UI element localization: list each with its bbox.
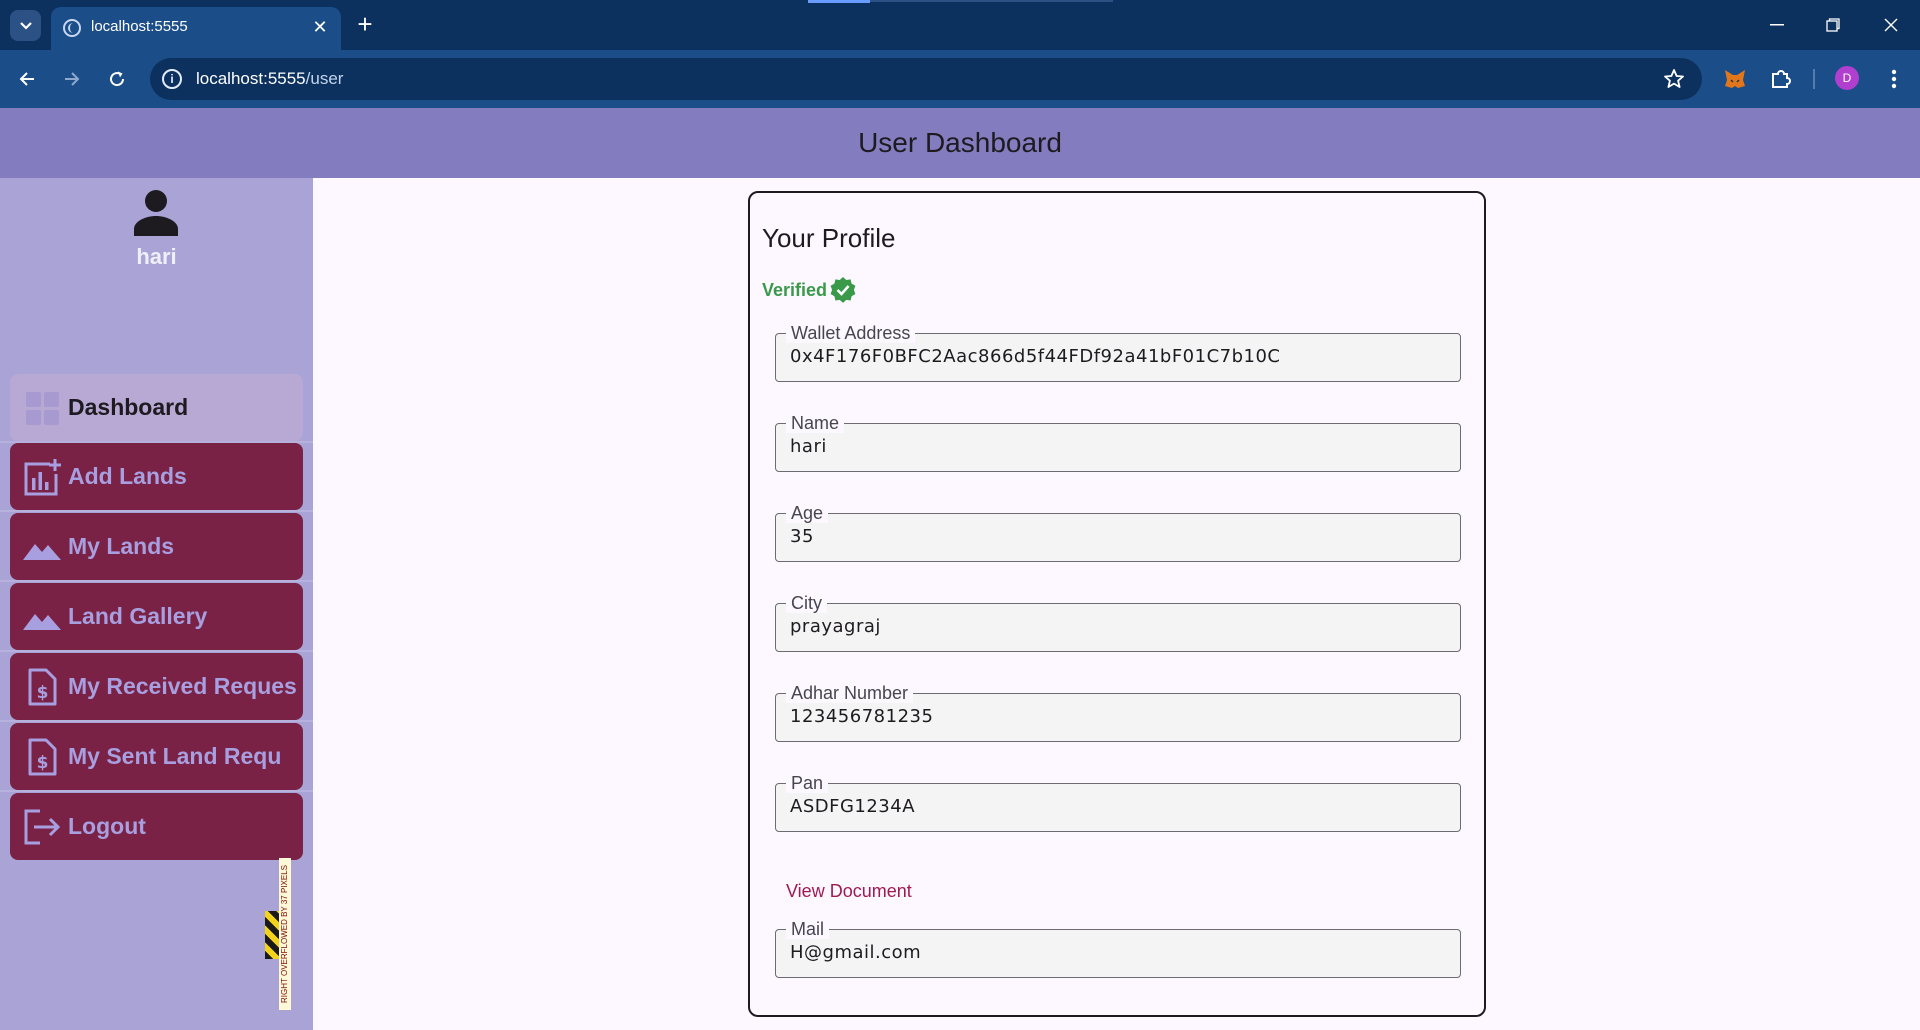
sidebar-user-name: hari <box>136 244 177 269</box>
logout-icon <box>24 809 61 845</box>
mail-field[interactable]: Mail H@gmail.com <box>775 919 1461 978</box>
url-path: /user <box>305 69 344 88</box>
overflow-warning: RIGHT OVERFLOWED BY 37 PIXELS <box>279 858 291 1010</box>
loading-track <box>870 0 1113 2</box>
field-value: 123456781235 <box>790 706 934 727</box>
new-tab-button[interactable]: + <box>352 11 378 38</box>
page-title: User Dashboard <box>858 127 1062 158</box>
field-value: ASDFG1234A <box>790 796 916 817</box>
view-document-button[interactable]: View Document <box>786 881 912 902</box>
city-field[interactable]: City prayagraj <box>775 593 1461 652</box>
main-content: Your Profile Verified Wallet Address 0x4… <box>313 178 1920 1030</box>
profile-card: Your Profile Verified Wallet Address 0x4… <box>748 191 1486 1017</box>
sidebar-item-label: My Lands <box>68 533 175 559</box>
sidebar-item-label: Add Lands <box>68 463 187 489</box>
browser-tabstrip: localhost:5555 ✕ + <box>0 0 1920 50</box>
verified-status: Verified <box>762 276 857 304</box>
sidebar-item-received-requests[interactable]: $ My Received Reques <box>10 653 303 720</box>
minimize-button[interactable] <box>1748 0 1806 50</box>
sidebar-item-label: My Sent Land Requ <box>68 743 282 769</box>
sidebar-item-label: My Received Reques <box>68 673 297 699</box>
sidebar-item-label: Land Gallery <box>68 603 208 629</box>
svg-text:$: $ <box>37 683 49 703</box>
landscape-icon <box>23 614 61 630</box>
person-icon <box>134 190 178 236</box>
divider <box>0 650 313 652</box>
site-info-icon[interactable]: i <box>162 69 182 89</box>
metamask-fox-icon[interactable] <box>1721 65 1749 93</box>
url-text[interactable]: localhost:5555/user <box>196 69 343 89</box>
app-bar: User Dashboard <box>0 108 1920 178</box>
verified-label: Verified <box>762 279 828 300</box>
close-window-button[interactable] <box>1862 0 1920 50</box>
name-field[interactable]: Name hari <box>775 413 1461 472</box>
field-value: 0x4F176F0BFC2Aac866d5f44FDf92a41bF01C7b1… <box>790 346 1281 367</box>
overflow-warning-text: RIGHT OVERFLOWED BY 37 PIXELS <box>279 858 291 1010</box>
globe-icon <box>63 19 81 37</box>
field-label: Name <box>786 413 845 433</box>
field-value: prayagraj <box>790 616 881 637</box>
field-value: 35 <box>790 526 814 547</box>
sidebar-item-land-gallery[interactable]: Land Gallery <box>10 583 303 650</box>
field-value: H@gmail.com <box>790 942 922 963</box>
sidebar-item-logout[interactable]: Logout <box>10 793 303 860</box>
sidebar-item-label: Dashboard <box>68 394 189 420</box>
arrow-left-icon <box>19 72 34 86</box>
pan-field[interactable]: Pan ASDFG1234A <box>775 773 1461 832</box>
loading-indicator <box>808 0 870 3</box>
chevron-down-icon <box>19 21 32 30</box>
bookmark-star-icon[interactable] <box>1662 67 1686 91</box>
request-quote-icon: $ <box>28 668 57 706</box>
reload-icon <box>110 71 125 87</box>
sidebar-item-my-lands[interactable]: My Lands <box>10 513 303 580</box>
more-menu-icon[interactable] <box>1880 65 1908 93</box>
sidebar-item-label: Logout <box>68 813 146 839</box>
field-value: hari <box>790 436 827 457</box>
sidebar: hari Dashboard Add Lands My Lands Land G… <box>0 178 313 1030</box>
url-host: localhost:5555 <box>196 69 306 88</box>
browser-tab[interactable]: localhost:5555 ✕ <box>51 7 341 50</box>
toolbar-separator <box>1813 69 1815 89</box>
dashboard-grid-icon <box>26 392 59 425</box>
extensions-puzzle-icon[interactable] <box>1767 65 1795 93</box>
arrow-right-icon <box>65 72 80 86</box>
minimize-icon <box>1770 24 1784 26</box>
sidebar-item-sent-requests[interactable]: $ My Sent Land Requ <box>10 723 303 790</box>
back-button[interactable] <box>12 64 42 94</box>
tab-title: localhost:5555 <box>91 18 188 35</box>
browser-profile-avatar[interactable]: D <box>1835 66 1859 90</box>
add-chart-icon <box>24 459 61 496</box>
wallet-address-field[interactable]: Wallet Address 0x4F176F0BFC2Aac866d5f44F… <box>775 323 1461 382</box>
tab-search-button[interactable] <box>10 10 41 41</box>
divider <box>0 790 313 792</box>
request-quote-icon: $ <box>28 738 57 776</box>
field-label: Adhar Number <box>786 683 914 703</box>
field-label: Mail <box>786 919 830 939</box>
tab-close-icon[interactable]: ✕ <box>309 16 331 38</box>
close-icon <box>1884 18 1898 32</box>
divider <box>0 510 313 512</box>
age-field[interactable]: Age 35 <box>775 503 1461 562</box>
sidebar-item-dashboard[interactable]: Dashboard <box>10 374 303 441</box>
address-bar[interactable]: i localhost:5555/user <box>150 58 1702 100</box>
reload-button[interactable] <box>102 64 132 94</box>
divider <box>0 720 313 722</box>
card-title: Your Profile <box>762 223 896 253</box>
forward-button[interactable] <box>57 64 87 94</box>
sidebar-item-add-lands[interactable]: Add Lands <box>10 443 303 510</box>
field-label: Wallet Address <box>786 323 916 343</box>
adhar-number-field[interactable]: Adhar Number 123456781235 <box>775 683 1461 742</box>
restore-button[interactable] <box>1804 0 1862 50</box>
field-label: Pan <box>786 773 829 793</box>
restore-icon <box>1826 18 1840 32</box>
field-label: Age <box>786 503 829 523</box>
verified-badge-icon <box>830 277 856 303</box>
field-label: City <box>786 593 827 613</box>
browser-toolbar: i localhost:5555/user <box>0 50 1920 108</box>
landscape-icon <box>23 544 61 560</box>
divider <box>0 580 313 582</box>
svg-text:$: $ <box>37 753 49 773</box>
